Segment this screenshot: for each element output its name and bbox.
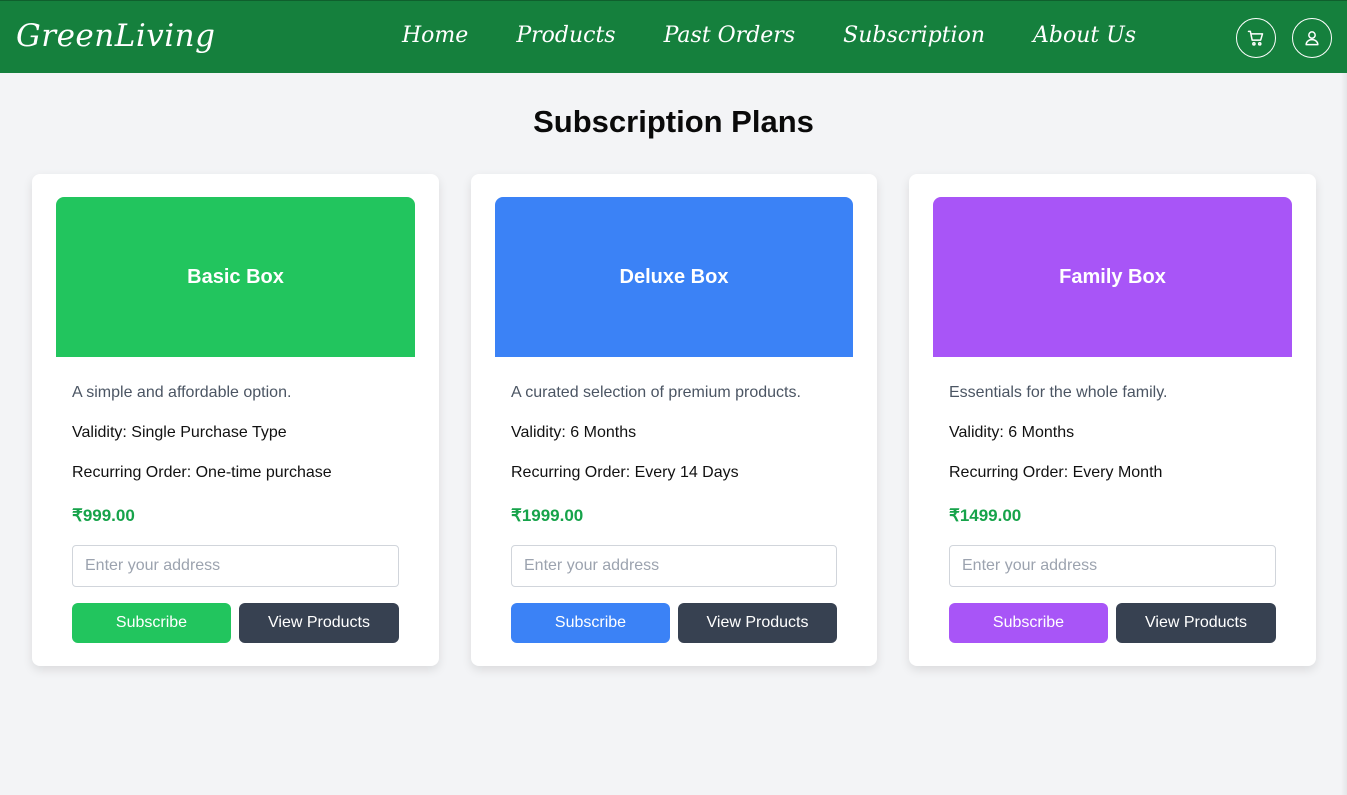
plan-recurring-order: Recurring Order: Every Month (949, 464, 1163, 481)
plan-card-family: Family Box Essentials for the whole fami… (909, 174, 1316, 666)
nav-products[interactable]: Products (516, 23, 615, 48)
plan-validity: Validity: 6 Months (949, 424, 1075, 441)
plan-card-basic: Basic Box A simple and affordable option… (32, 174, 439, 666)
view-products-button[interactable]: View Products (678, 603, 837, 643)
plan-description: A simple and affordable option. (72, 384, 292, 401)
plan-validity: Validity: 6 Months (511, 424, 637, 441)
nav-past-orders[interactable]: Past Orders (664, 23, 796, 48)
cart-button[interactable] (1236, 18, 1276, 58)
scrollbar-track[interactable] (1341, 73, 1347, 795)
plan-price: ₹999.00 (72, 506, 135, 525)
plan-description: Essentials for the whole family. (949, 384, 1168, 401)
plan-banner: Deluxe Box (495, 197, 853, 357)
plan-recurring-order: Recurring Order: Every 14 Days (511, 464, 739, 481)
profile-button[interactable] (1292, 18, 1332, 58)
page-title: Subscription Plans (533, 104, 814, 139)
brand-logo[interactable]: GreenLiving (16, 18, 215, 54)
main-nav: Home Products Past Orders Subscription A… (402, 23, 1136, 48)
cart-icon (1247, 30, 1264, 46)
address-input[interactable] (949, 545, 1276, 587)
plan-banner: Family Box (933, 197, 1292, 357)
subscribe-button[interactable]: Subscribe (72, 603, 231, 643)
subscribe-button[interactable]: Subscribe (511, 603, 670, 643)
nav-home[interactable]: Home (402, 23, 468, 48)
address-input[interactable] (511, 545, 837, 587)
plan-banner: Basic Box (56, 197, 415, 357)
view-products-button[interactable]: View Products (239, 603, 399, 643)
plan-validity: Validity: Single Purchase Type (72, 424, 287, 441)
view-products-button[interactable]: View Products (1116, 603, 1276, 643)
address-input[interactable] (72, 545, 399, 587)
subscribe-button[interactable]: Subscribe (949, 603, 1108, 643)
plan-price: ₹1499.00 (949, 506, 1022, 525)
plan-price: ₹1999.00 (511, 506, 584, 525)
user-icon (1305, 31, 1319, 46)
nav-subscription[interactable]: Subscription (843, 23, 985, 48)
plan-recurring-order: Recurring Order: One-time purchase (72, 464, 332, 481)
top-navbar: GreenLiving Home Products Past Orders Su… (0, 0, 1347, 73)
nav-about-us[interactable]: About Us (1033, 23, 1136, 48)
plan-card-deluxe: Deluxe Box A curated selection of premiu… (471, 174, 877, 666)
plan-description: A curated selection of premium products. (511, 384, 801, 401)
